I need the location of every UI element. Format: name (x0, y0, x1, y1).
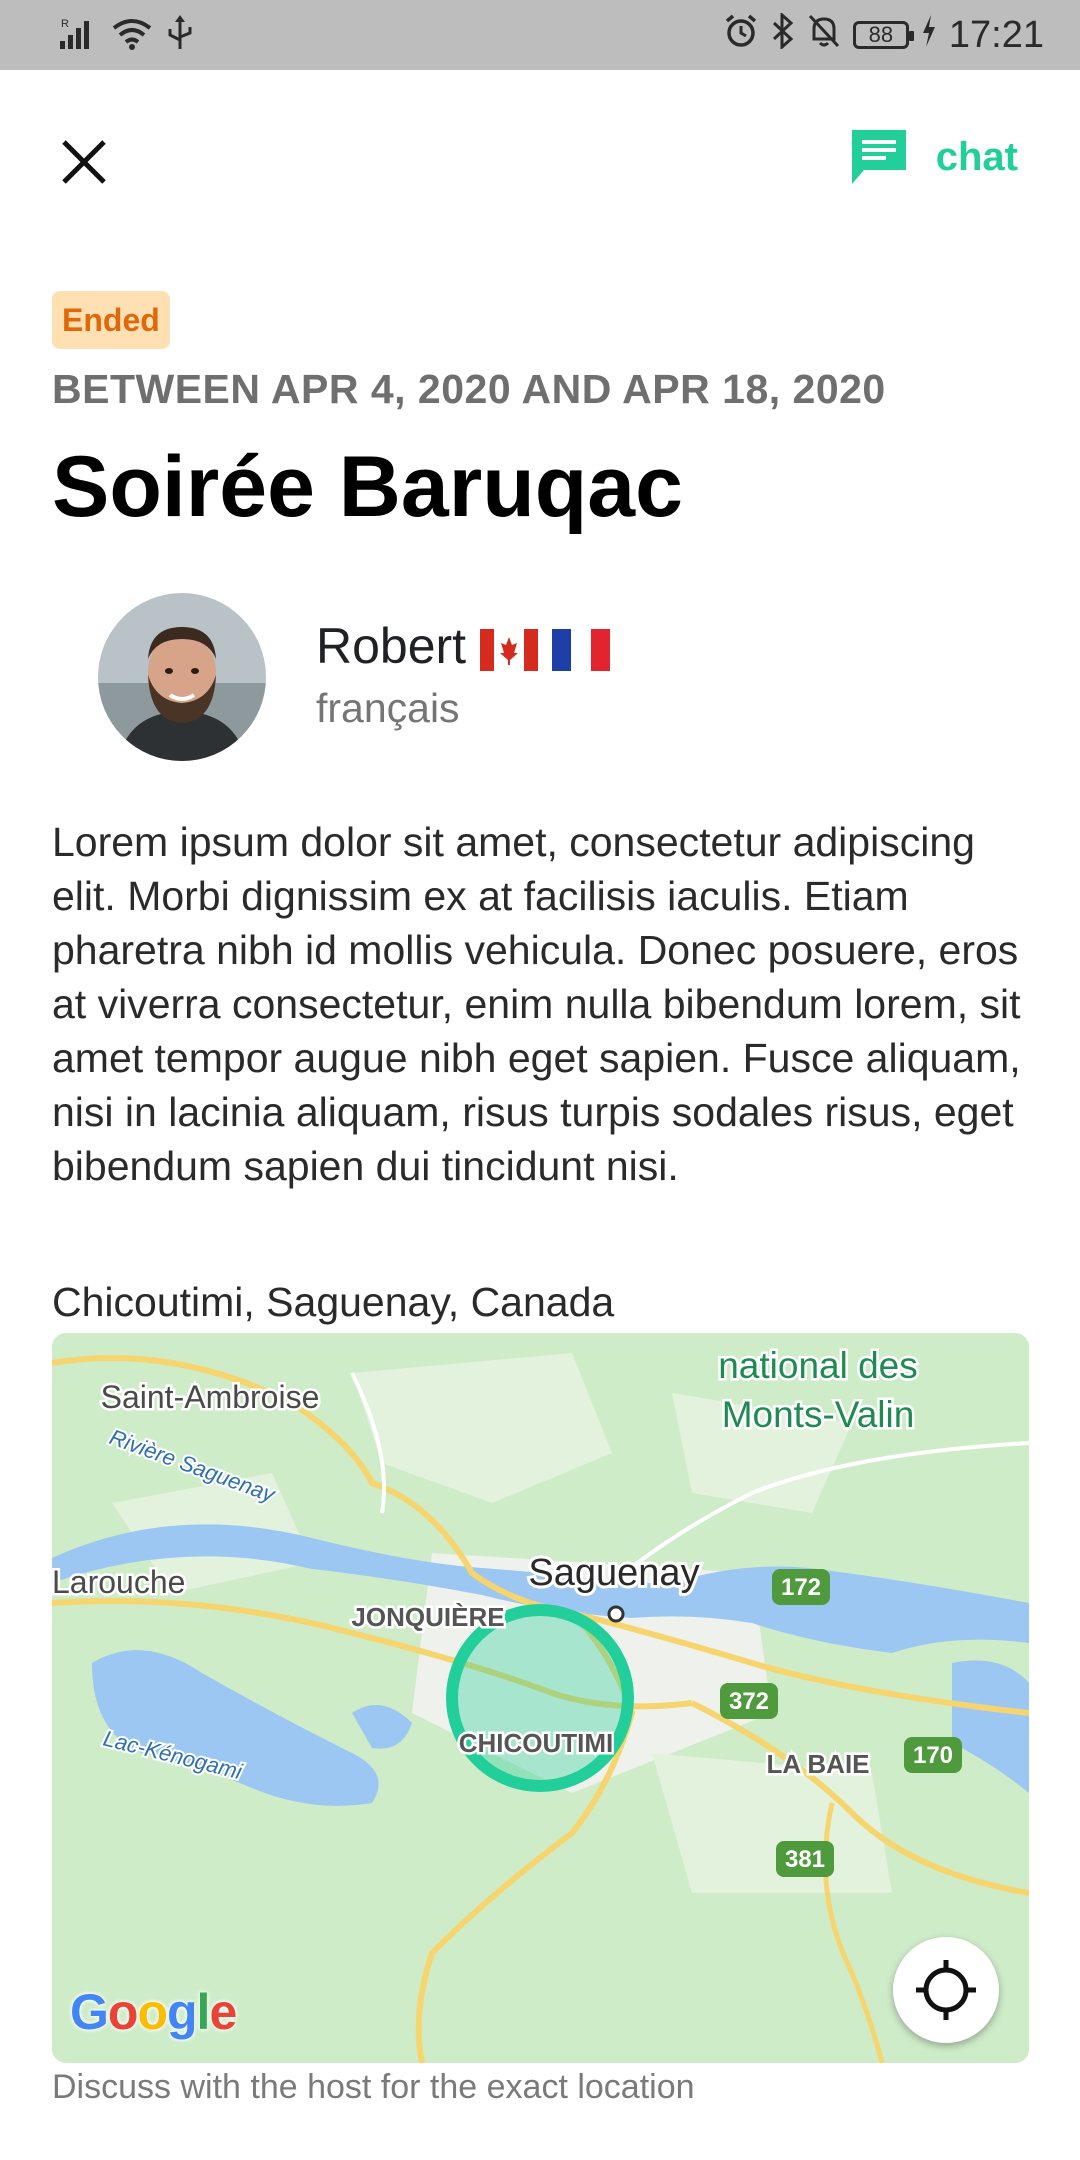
route-shield-381: 381 (776, 1841, 834, 1877)
chat-button[interactable]: chat (848, 122, 1018, 192)
chat-icon (851, 130, 906, 184)
chat-label: chat (935, 134, 1018, 179)
map-label-jonquiere: JONQUIÈRE (351, 1602, 504, 1632)
svg-text:381: 381 (785, 1846, 825, 1873)
map-label-chicoutimi: CHICOUTIMI (459, 1728, 614, 1758)
map-label-saint-ambroise: Saint-Ambroise (101, 1379, 320, 1415)
close-icon (62, 140, 106, 184)
host-name: Robert (316, 618, 467, 674)
location-label: Chicoutimi, Saguenay, Canada (52, 1279, 615, 1325)
event-dates: BETWEEN APR 4, 2020 AND APR 18, 2020 (52, 366, 886, 412)
charging-icon (921, 14, 937, 56)
bluetooth-icon (771, 11, 795, 58)
map-label-larouche: Larouche (52, 1564, 185, 1600)
canada-flag-icon (480, 625, 539, 671)
usb-icon (166, 14, 194, 56)
map-label-park-2: Monts-Valin (722, 1394, 915, 1435)
route-shield-372: 372 (720, 1683, 778, 1719)
status-bar: R 88 17:21 (0, 0, 1080, 70)
map[interactable]: 172 372 170 381 national des Monts-Valin… (52, 1333, 1029, 2063)
svg-text:172: 172 (781, 1574, 821, 1601)
crosshair-icon (916, 1960, 976, 2020)
host-card[interactable]: Robert français (98, 593, 798, 763)
clock: 17:21 (948, 13, 1044, 56)
status-badge: Ended (52, 291, 170, 349)
avatar[interactable] (98, 593, 266, 761)
wifi-icon (112, 16, 152, 55)
event-title: Soirée Baruqac (52, 439, 683, 535)
map-label-park-1: national des (718, 1345, 918, 1386)
map-label-la-baie: LA BAIE (766, 1749, 869, 1779)
event-description: Lorem ipsum dolor sit amet, consectetur … (52, 819, 1021, 1189)
google-logo: Google (70, 1984, 237, 2040)
location-note: Discuss with the host for the exact loca… (52, 2068, 695, 2106)
signal-icon: R (58, 15, 98, 56)
mute-icon (807, 13, 841, 58)
host-name-row: Robert (316, 617, 611, 675)
svg-text:372: 372 (729, 1688, 769, 1715)
route-shield-172: 172 (772, 1569, 830, 1605)
svg-text:R: R (61, 18, 69, 30)
battery-icon: 88 (852, 21, 914, 49)
host-language: français (316, 685, 460, 731)
france-flag-icon (552, 625, 611, 671)
svg-text:170: 170 (913, 1742, 953, 1769)
my-location-button[interactable] (893, 1937, 999, 2043)
map-label-saguenay: Saguenay (528, 1552, 699, 1594)
route-shield-170: 170 (904, 1737, 962, 1773)
map-canvas[interactable]: 172 372 170 381 national des Monts-Valin… (52, 1333, 1029, 2063)
alarm-icon (723, 13, 759, 58)
close-button[interactable] (52, 130, 116, 194)
